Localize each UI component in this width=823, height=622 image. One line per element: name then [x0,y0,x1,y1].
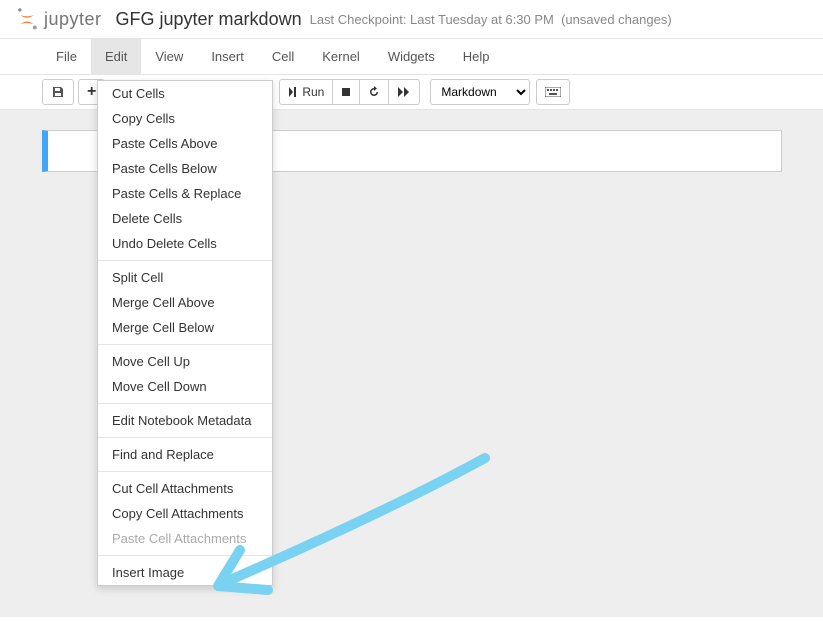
separator [98,555,272,556]
notebook-title[interactable]: GFG jupyter markdown [116,9,302,30]
edit-paste-cells-above[interactable]: Paste Cells Above [98,131,272,156]
edit-merge-cell-below[interactable]: Merge Cell Below [98,315,272,340]
edit-delete-cells[interactable]: Delete Cells [98,206,272,231]
restart-icon [368,86,380,98]
separator [98,260,272,261]
menu-widgets[interactable]: Widgets [374,39,449,74]
save-button[interactable] [42,79,74,105]
jupyter-logo[interactable]: jupyter [14,6,102,32]
command-palette-button[interactable] [536,79,570,105]
play-icon [288,87,298,97]
save-icon [51,85,65,99]
edit-find-replace[interactable]: Find and Replace [98,442,272,467]
edit-cut-cells[interactable]: Cut Cells [98,81,272,106]
separator [98,344,272,345]
celltype-select[interactable]: Markdown [430,79,530,105]
edit-move-cell-down[interactable]: Move Cell Down [98,374,272,399]
menubar: File Edit View Insert Cell Kernel Widget… [0,39,823,75]
edit-notebook-metadata[interactable]: Edit Notebook Metadata [98,408,272,433]
menu-file[interactable]: File [42,39,91,74]
edit-dropdown: Cut Cells Copy Cells Paste Cells Above P… [97,80,273,586]
edit-cut-cell-attachments[interactable]: Cut Cell Attachments [98,476,272,501]
interrupt-button[interactable] [333,79,360,105]
restart-run-all-button[interactable] [389,79,420,105]
keyboard-icon [545,87,561,97]
separator [98,403,272,404]
edit-undo-delete-cells[interactable]: Undo Delete Cells [98,231,272,256]
edit-merge-cell-above[interactable]: Merge Cell Above [98,290,272,315]
separator [98,437,272,438]
menu-help[interactable]: Help [449,39,504,74]
run-label: Run [302,85,324,99]
stop-icon [341,87,351,97]
edit-paste-cells-below[interactable]: Paste Cells Below [98,156,272,181]
menu-kernel[interactable]: Kernel [308,39,374,74]
menu-insert[interactable]: Insert [197,39,258,74]
edit-move-cell-up[interactable]: Move Cell Up [98,349,272,374]
fast-forward-icon [397,87,411,97]
edit-paste-cell-attachments: Paste Cell Attachments [98,526,272,551]
menu-view[interactable]: View [141,39,197,74]
edit-copy-cells[interactable]: Copy Cells [98,106,272,131]
header: jupyter GFG jupyter markdown Last Checkp… [0,0,823,39]
edit-paste-cells-replace[interactable]: Paste Cells & Replace [98,181,272,206]
menu-cell[interactable]: Cell [258,39,308,74]
restart-button[interactable] [360,79,389,105]
logo-text: jupyter [44,9,102,30]
run-button[interactable]: Run [279,79,333,105]
edit-copy-cell-attachments[interactable]: Copy Cell Attachments [98,501,272,526]
checkpoint-text: Last Checkpoint: Last Tuesday at 6:30 PM… [310,12,672,27]
separator [98,471,272,472]
edit-insert-image[interactable]: Insert Image [98,560,272,585]
edit-split-cell[interactable]: Split Cell [98,265,272,290]
menu-edit[interactable]: Edit [91,39,141,74]
jupyter-icon [14,6,40,32]
